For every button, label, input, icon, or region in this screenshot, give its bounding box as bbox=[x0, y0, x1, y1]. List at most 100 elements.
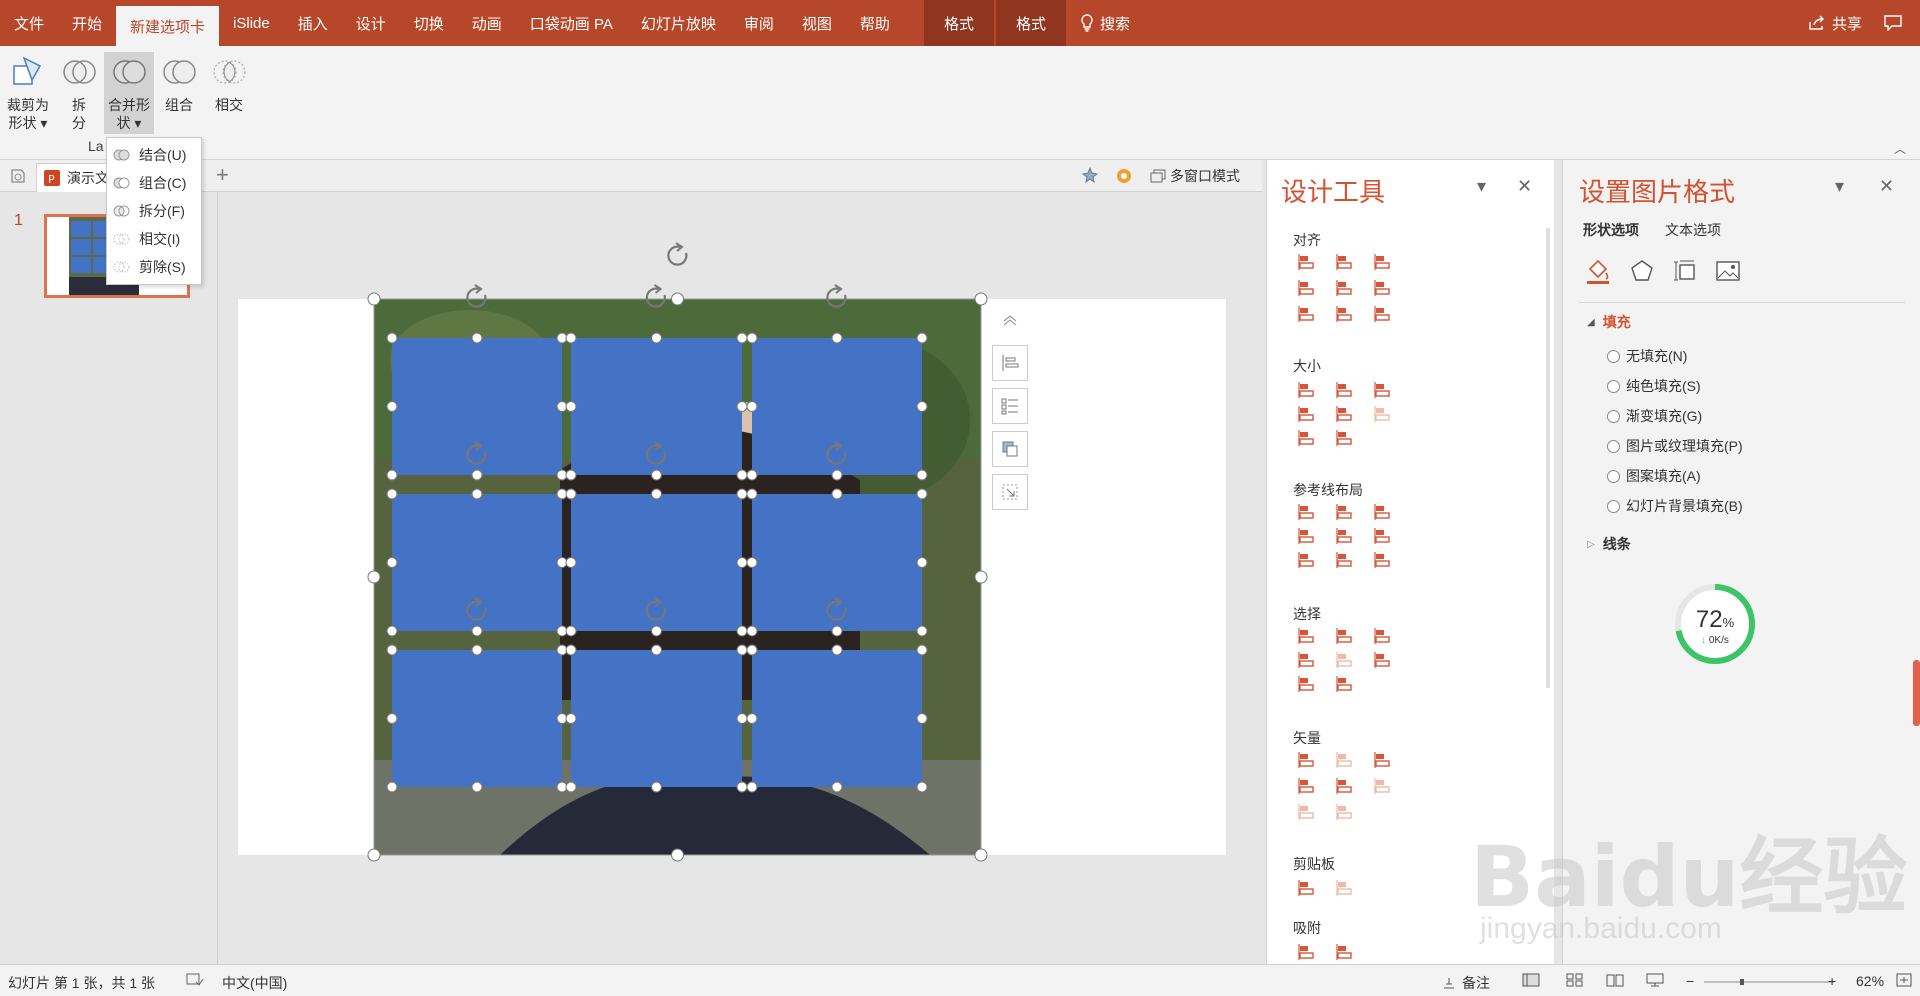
guide-middle-icon[interactable] bbox=[1335, 526, 1355, 546]
tab-view[interactable]: 视图 bbox=[788, 0, 846, 46]
slide-sorter-icon[interactable] bbox=[1566, 973, 1584, 987]
guide-grid-icon[interactable] bbox=[1373, 550, 1393, 570]
pane-options-icon[interactable]: ▾ bbox=[1477, 176, 1486, 197]
vector-fragment-icon[interactable] bbox=[1373, 750, 1393, 770]
crop-to-shape-button[interactable]: 裁剪为 形状 ▾ bbox=[2, 52, 54, 132]
comments-icon[interactable] bbox=[1884, 15, 1902, 31]
tab-design[interactable]: 设计 bbox=[342, 0, 400, 46]
share-button[interactable]: 共享 bbox=[1808, 13, 1862, 34]
tab-format-picture[interactable]: 格式 bbox=[995, 0, 1066, 46]
same-height-icon[interactable] bbox=[1335, 380, 1355, 400]
stretch-left-icon[interactable] bbox=[1297, 428, 1317, 448]
home-document-icon[interactable] bbox=[8, 166, 28, 186]
shape-fill-tool-icon[interactable] bbox=[992, 431, 1028, 467]
menu-item-combine[interactable]: 组合(C) bbox=[107, 169, 201, 197]
collapse-ribbon-icon[interactable]: ︿ bbox=[1894, 140, 1906, 157]
language-indicator[interactable]: 中文(中国) bbox=[222, 973, 287, 993]
spell-check-icon[interactable] bbox=[186, 973, 204, 987]
effects-pentagon-icon[interactable] bbox=[1625, 254, 1659, 288]
zoom-slider[interactable] bbox=[1704, 979, 1834, 985]
paste-icon[interactable] bbox=[1335, 878, 1355, 898]
match-width-icon[interactable] bbox=[1297, 404, 1317, 424]
tab-review[interactable]: 审阅 bbox=[730, 0, 788, 46]
vector-intersect-icon[interactable] bbox=[1297, 776, 1317, 796]
align-top-icon[interactable] bbox=[1297, 278, 1317, 298]
guide-top-icon[interactable] bbox=[1297, 526, 1317, 546]
pane-scrollbar[interactable] bbox=[1546, 228, 1550, 688]
section-fill[interactable]: ◢ 填充 bbox=[1587, 312, 1631, 332]
align-left-tool-icon[interactable] bbox=[992, 345, 1028, 381]
fit-slide-icon[interactable] bbox=[1896, 973, 1912, 987]
radio-gradient-fill[interactable]: 渐变填充(G) bbox=[1607, 406, 1702, 426]
magic-wand-icon[interactable] bbox=[1080, 166, 1100, 186]
menu-item-subtract[interactable]: 剪除(S) bbox=[107, 253, 201, 281]
same-width-icon[interactable] bbox=[1297, 380, 1317, 400]
tab-animations[interactable]: 动画 bbox=[458, 0, 516, 46]
reading-view-icon[interactable] bbox=[1606, 973, 1624, 987]
collapse-up-icon[interactable] bbox=[992, 302, 1028, 338]
new-tab-button[interactable]: + bbox=[216, 163, 229, 187]
snap-right-icon[interactable] bbox=[1335, 942, 1355, 962]
zoom-level[interactable]: 62% bbox=[1856, 973, 1884, 989]
pane-options-icon[interactable]: ▾ bbox=[1835, 176, 1844, 197]
radio-solid-fill[interactable]: 纯色填充(S) bbox=[1607, 376, 1701, 396]
swap-size-icon[interactable] bbox=[1373, 404, 1393, 424]
same-size-icon[interactable] bbox=[1373, 380, 1393, 400]
tab-home[interactable]: 开始 bbox=[58, 0, 116, 46]
tab-insert[interactable]: 插入 bbox=[284, 0, 342, 46]
guide-bottom-icon[interactable] bbox=[1373, 526, 1393, 546]
align-right-icon[interactable] bbox=[1373, 252, 1393, 272]
pointer-icon[interactable] bbox=[1373, 650, 1393, 670]
select-back-icon[interactable] bbox=[1297, 650, 1317, 670]
zoom-out-button[interactable]: − bbox=[1686, 973, 1694, 989]
guide-h-span-icon[interactable] bbox=[1297, 550, 1317, 570]
distribute-horizontal-icon[interactable] bbox=[1297, 304, 1317, 324]
merge-shapes-button[interactable]: 合并形 状 ▾ bbox=[104, 52, 154, 134]
radio-slide-background-fill[interactable]: 幻灯片背景填充(B) bbox=[1607, 496, 1743, 516]
guide-center-icon[interactable] bbox=[1335, 502, 1355, 522]
side-scroll-indicator[interactable] bbox=[1913, 660, 1920, 726]
fill-line-icon[interactable] bbox=[1581, 254, 1615, 288]
snap-left-icon[interactable] bbox=[1297, 942, 1317, 962]
pen-tool-icon[interactable] bbox=[1335, 802, 1355, 822]
close-icon[interactable]: ✕ bbox=[1879, 176, 1894, 197]
align-left-icon[interactable] bbox=[1297, 252, 1317, 272]
tab-pocket-animation[interactable]: 口袋动画 PA bbox=[516, 0, 627, 46]
menu-item-union[interactable]: 结合(U) bbox=[107, 141, 201, 169]
tab-text-options[interactable]: 文本选项 bbox=[1665, 220, 1721, 240]
section-line[interactable]: ▷ 线条 bbox=[1587, 534, 1631, 554]
tab-transitions[interactable]: 切换 bbox=[400, 0, 458, 46]
tab-file[interactable]: 文件 bbox=[0, 0, 58, 46]
fit-slide-icon[interactable] bbox=[1373, 304, 1393, 324]
notes-button[interactable]: 备注 bbox=[1442, 973, 1490, 993]
slideshow-view-icon[interactable] bbox=[1646, 973, 1664, 987]
select-same-icon[interactable] bbox=[1297, 626, 1317, 646]
copy-icon[interactable] bbox=[1297, 878, 1317, 898]
search-box[interactable]: 搜索 bbox=[1066, 13, 1144, 34]
tab-format-drawing[interactable]: 格式 bbox=[923, 0, 994, 46]
align-bottom-icon[interactable] bbox=[1373, 278, 1393, 298]
select-similar-icon[interactable] bbox=[1335, 626, 1355, 646]
menu-item-intersect[interactable]: 相交(I) bbox=[107, 225, 201, 253]
multi-window-button[interactable]: 多窗口模式 bbox=[1150, 166, 1240, 186]
picture-icon[interactable] bbox=[1711, 254, 1745, 288]
distribute-vertical-icon[interactable] bbox=[1335, 304, 1355, 324]
normal-view-icon[interactable] bbox=[1522, 973, 1540, 987]
guide-left-icon[interactable] bbox=[1297, 502, 1317, 522]
intersect-button[interactable]: 相交 bbox=[204, 52, 254, 114]
tab-islide[interactable]: iSlide bbox=[219, 0, 284, 46]
align-center-icon[interactable] bbox=[1335, 252, 1355, 272]
vector-subtract-icon[interactable] bbox=[1335, 776, 1355, 796]
size-properties-icon[interactable] bbox=[1669, 254, 1703, 288]
radio-no-fill[interactable]: 无填充(N) bbox=[1607, 346, 1687, 366]
tab-new-tab[interactable]: 新建选项卡 bbox=[116, 6, 220, 46]
select-front-icon[interactable] bbox=[1335, 650, 1355, 670]
grid-layout-tool-icon[interactable] bbox=[992, 388, 1028, 424]
network-speed-widget[interactable]: 72% ↓ 0K/s bbox=[1673, 582, 1757, 666]
select-group-icon[interactable] bbox=[1297, 674, 1317, 694]
text-to-vector-icon[interactable] bbox=[1297, 802, 1317, 822]
tab-shape-options[interactable]: 形状选项 bbox=[1583, 220, 1639, 240]
settings-gear-icon[interactable] bbox=[1114, 166, 1134, 186]
menu-item-fragment[interactable]: 拆分(F) bbox=[107, 197, 201, 225]
tab-help[interactable]: 帮助 bbox=[846, 0, 904, 46]
